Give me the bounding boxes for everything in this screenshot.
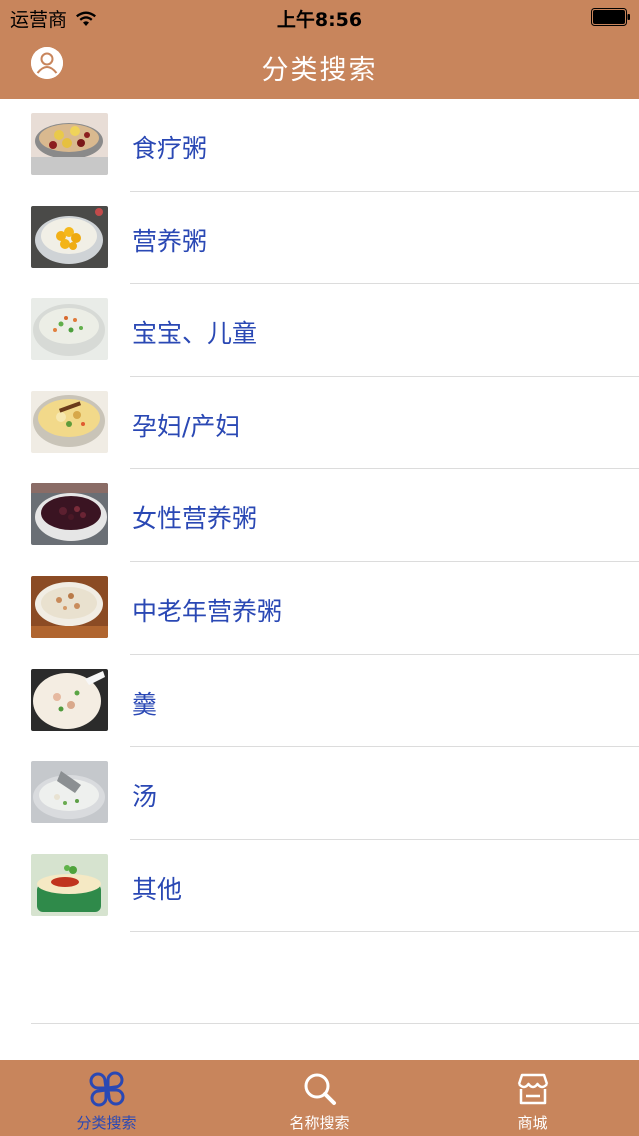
row-divider: [130, 931, 639, 933]
porridge-vegetable-image: [31, 298, 108, 361]
list-item-label: 女性营养粥: [132, 504, 258, 534]
list-item-label: 孕妇/产妇: [132, 411, 241, 441]
porridge-egg-image: [31, 390, 108, 453]
list-item-label: 中老年营养粥: [132, 596, 283, 626]
porridge-black-rice-image: [31, 483, 108, 546]
category-list: 食疗粥 营养粥 宝宝、儿童 孕妇/产妇 女性营养粥 中老年营养粥 羹 汤 其他: [0, 99, 639, 933]
tab-store[interactable]: 商城: [426, 1060, 639, 1136]
header: 运营商 上午8:56 分类搜索: [0, 0, 639, 99]
porridge-red-dates-image: [31, 113, 108, 175]
list-item-label: 食疗粥: [132, 134, 208, 163]
list-item[interactable]: 羹: [0, 655, 639, 748]
porridge-corn-image: [31, 205, 108, 268]
tab-label: 分类搜索: [76, 1114, 137, 1132]
tab-name-search[interactable]: 名称搜索: [213, 1060, 426, 1136]
clover-icon: [89, 1071, 124, 1107]
nav-bar: 分类搜索: [0, 34, 639, 99]
search-icon: [304, 1073, 336, 1105]
list-item[interactable]: 宝宝、儿童: [0, 284, 639, 377]
tab-category-search[interactable]: 分类搜索: [0, 1060, 213, 1136]
list-item[interactable]: 汤: [0, 747, 639, 840]
store-icon: [517, 1073, 548, 1105]
tab-label: 商城: [517, 1114, 548, 1132]
list-item-label: 汤: [132, 782, 158, 812]
list-item-label: 其他: [132, 874, 183, 904]
status-time: 上午8:56: [276, 9, 363, 31]
list-item[interactable]: 食疗粥: [0, 99, 639, 192]
porridge-meat-image: [31, 575, 108, 638]
battery-icon: [591, 8, 630, 26]
soup-image: [31, 761, 108, 824]
list-end-divider: [31, 1023, 639, 1024]
status-bar: 运营商 上午8:56: [0, 0, 639, 34]
list-item-label: 宝宝、儿童: [132, 319, 258, 349]
list-item[interactable]: 中老年营养粥: [0, 562, 639, 655]
tab-label: 名称搜索: [289, 1114, 350, 1132]
list-item[interactable]: 孕妇/产妇: [0, 377, 639, 470]
list-item-label: 营养粥: [132, 226, 208, 256]
list-item[interactable]: 其他: [0, 840, 639, 933]
list-item[interactable]: 营养粥: [0, 192, 639, 285]
list-item-label: 羹: [132, 689, 158, 719]
list-item[interactable]: 女性营养粥: [0, 469, 639, 562]
tab-bar: 分类搜索 名称搜索 商城: [0, 1060, 639, 1136]
page-title: 分类搜索: [261, 55, 378, 86]
custard-image: [31, 853, 108, 916]
thick-soup-image: [31, 668, 108, 731]
